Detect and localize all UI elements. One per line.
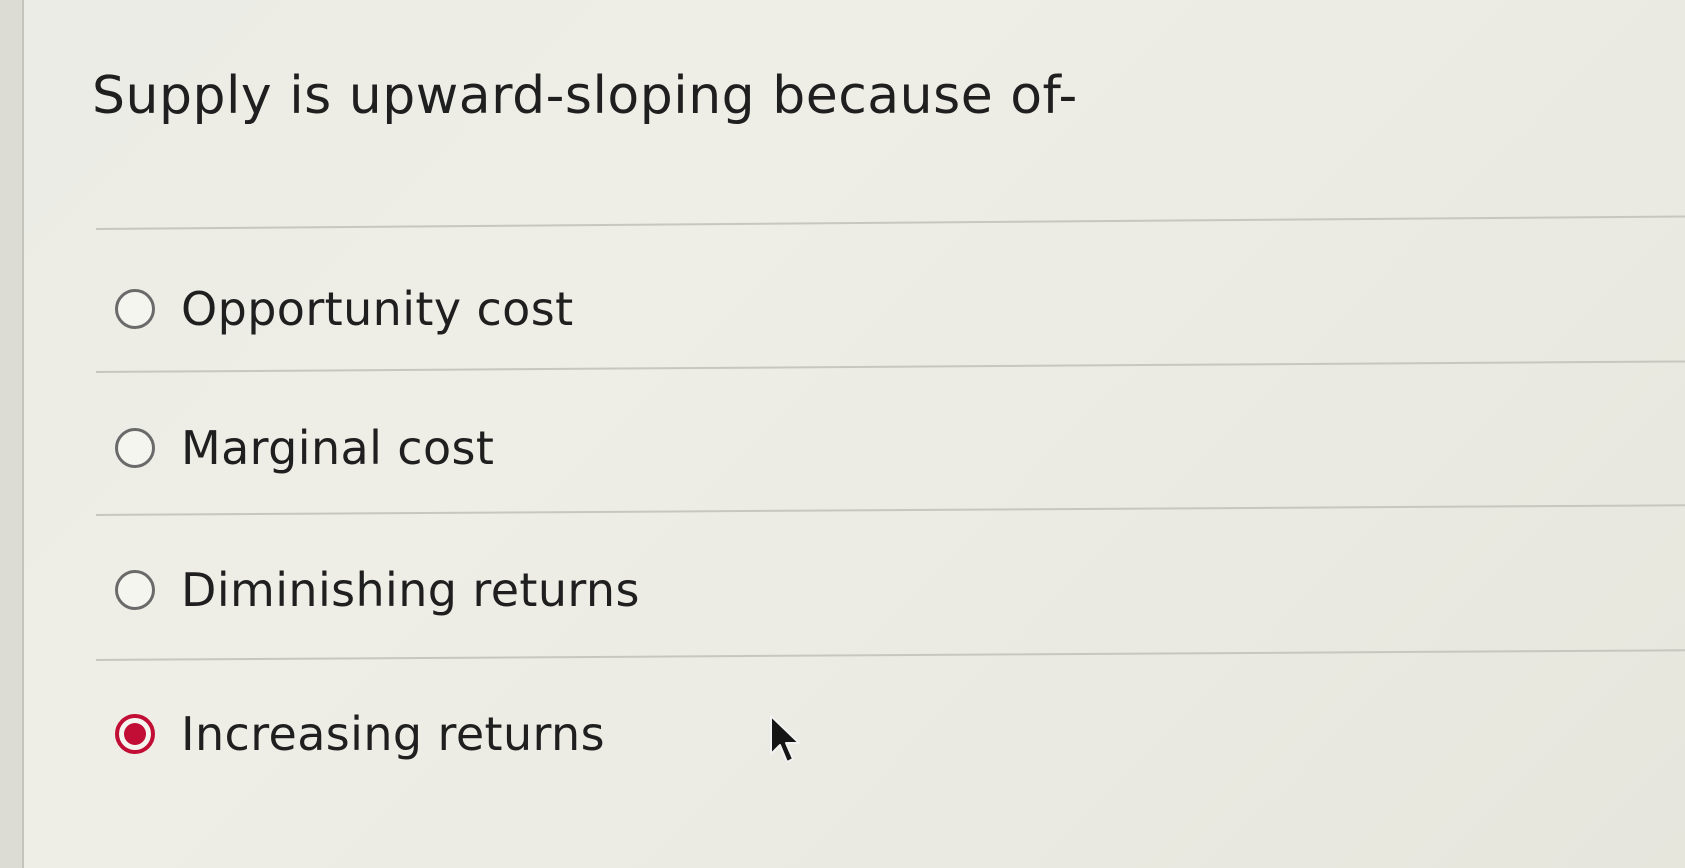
question-text: Supply is upward-sloping because of- (92, 66, 1078, 126)
radio-button-increasing-returns[interactable] (115, 714, 155, 754)
divider (95, 215, 1685, 230)
option-label: Opportunity cost (181, 282, 574, 336)
radio-button-marginal-cost[interactable] (115, 428, 155, 468)
window-left-edge (0, 0, 24, 868)
option-label: Marginal cost (181, 421, 495, 475)
option-opportunity-cost[interactable]: Opportunity cost (115, 282, 574, 336)
option-increasing-returns[interactable]: Increasing returns (115, 707, 605, 761)
divider (95, 504, 1685, 516)
mouse-cursor-icon (770, 715, 800, 763)
radio-button-opportunity-cost[interactable] (115, 289, 155, 329)
radio-button-diminishing-returns[interactable] (115, 570, 155, 610)
option-marginal-cost[interactable]: Marginal cost (115, 421, 494, 475)
option-label: Increasing returns (181, 707, 605, 761)
option-diminishing-returns[interactable]: Diminishing returns (115, 563, 640, 617)
divider (95, 649, 1685, 661)
divider (95, 360, 1685, 373)
option-label: Diminishing returns (181, 563, 640, 617)
